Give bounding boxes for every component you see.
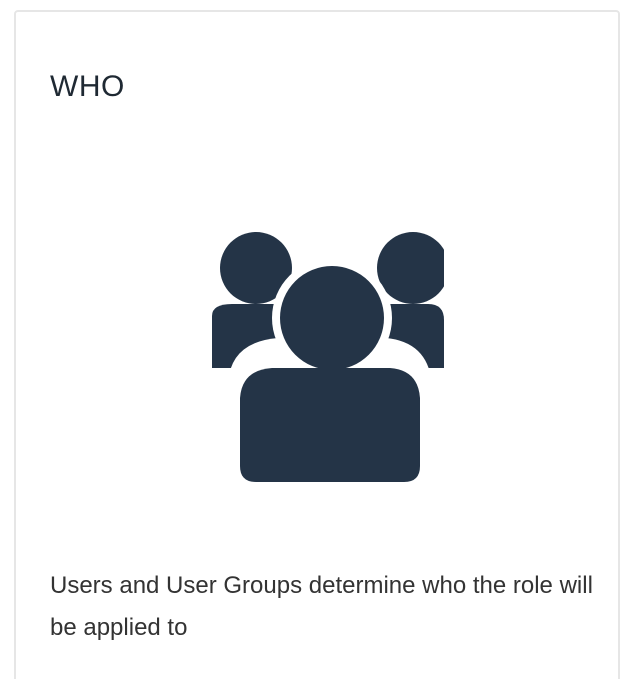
user-group-icon (198, 230, 444, 486)
who-card[interactable]: WHO Users and User Groups determine who … (14, 10, 620, 679)
card-description: Users and User Groups determine who the … (50, 572, 593, 641)
card-title: WHO (50, 70, 125, 103)
